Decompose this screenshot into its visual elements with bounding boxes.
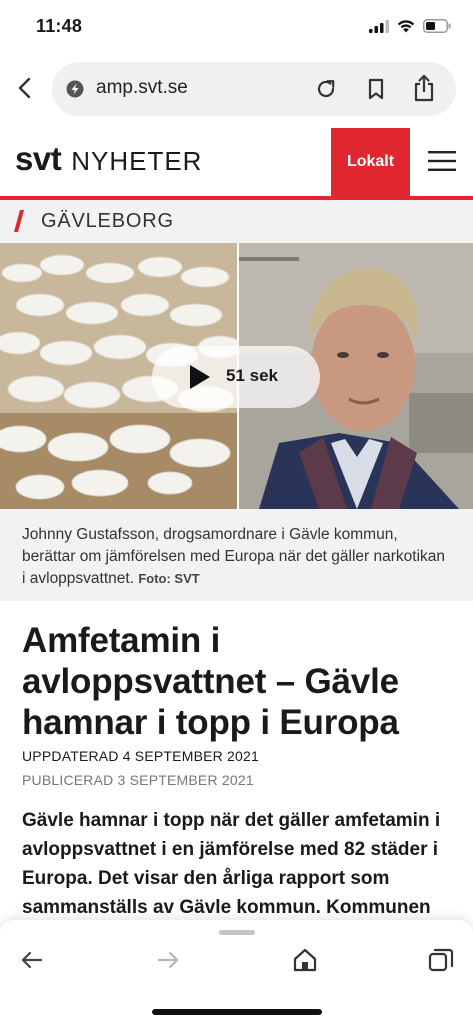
photo-credit: Foto: SVT bbox=[138, 571, 200, 586]
bookmark-icon[interactable] bbox=[364, 77, 388, 101]
video-duration: 51 sek bbox=[226, 366, 278, 385]
published-date: PUBLICERAD 3 SEPTEMBER 2021 bbox=[22, 772, 254, 788]
status-bar: 11:48 bbox=[0, 0, 473, 54]
browser-bottom-toolbar bbox=[0, 920, 473, 1024]
status-icons bbox=[369, 18, 451, 34]
article-lead: Gävle hamnar i topp när det gäller amfet… bbox=[22, 810, 441, 918]
play-icon bbox=[190, 365, 210, 389]
article-headline: Amfetamin i avloppsvattnet – Gävle hamna… bbox=[22, 621, 399, 742]
url-text[interactable]: amp.svt.se bbox=[96, 77, 188, 99]
address-bar[interactable]: amp.svt.se bbox=[52, 62, 456, 116]
tabs-icon[interactable] bbox=[428, 947, 454, 973]
updated-date: UPPDATERAD 4 SEPTEMBER 2021 bbox=[22, 748, 259, 764]
home-indicator bbox=[152, 1009, 322, 1015]
browser-toolbar: amp.svt.se bbox=[0, 58, 473, 120]
image-caption: Johnny Gustafsson, drogsamordnare i Gävl… bbox=[0, 509, 473, 601]
reload-icon[interactable] bbox=[314, 77, 338, 101]
wifi-icon bbox=[397, 20, 415, 33]
site-info-icon[interactable] bbox=[66, 80, 84, 98]
toolbar-grabber[interactable] bbox=[219, 930, 255, 935]
site-header: svt NYHETER Lokalt bbox=[0, 128, 473, 196]
nav-forward-icon[interactable] bbox=[156, 948, 180, 972]
home-icon[interactable] bbox=[292, 947, 318, 973]
video-player[interactable]: 51 sek bbox=[0, 243, 473, 509]
logo-svt: svt bbox=[15, 140, 62, 177]
region-label[interactable]: GÄVLEBORG bbox=[41, 210, 174, 233]
logo-nyheter: NYHETER bbox=[71, 146, 203, 176]
back-arrow-icon[interactable] bbox=[14, 76, 38, 100]
region-slash-mark bbox=[14, 210, 24, 232]
region-bar[interactable]: GÄVLEBORG bbox=[0, 200, 473, 243]
nav-back-icon[interactable] bbox=[20, 948, 44, 972]
play-video-button[interactable]: 51 sek bbox=[152, 346, 320, 408]
caption-text: Johnny Gustafsson, drogsamordnare i Gävl… bbox=[22, 526, 446, 587]
share-icon[interactable] bbox=[412, 74, 436, 102]
cellular-signal-icon bbox=[369, 19, 389, 33]
battery-icon bbox=[423, 19, 451, 33]
lokalt-button[interactable]: Lokalt bbox=[331, 128, 410, 196]
hamburger-menu-icon[interactable] bbox=[428, 150, 456, 172]
status-time: 11:48 bbox=[36, 16, 83, 36]
svt-nyheter-logo[interactable]: svt NYHETER bbox=[15, 140, 202, 178]
